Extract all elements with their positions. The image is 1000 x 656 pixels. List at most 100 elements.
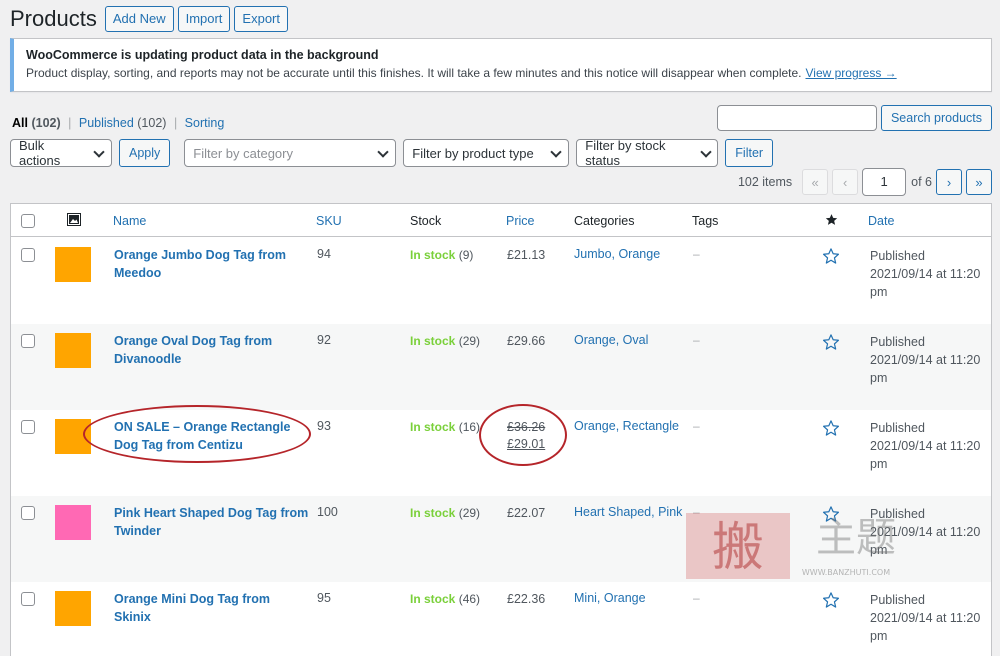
first-page-button[interactable]: « — [802, 169, 829, 195]
price-value: £29.66 — [507, 334, 546, 348]
product-tags: – — [693, 247, 700, 261]
date-status: Published — [870, 421, 925, 435]
last-page-button[interactable]: » — [966, 169, 992, 195]
stock-status: In stock — [410, 248, 456, 262]
category-filter-select[interactable]: Filter by category — [184, 139, 397, 167]
current-page-input[interactable]: 1 — [862, 168, 907, 196]
annotation-oval-name — [83, 405, 311, 463]
stock-cell: In stock (29) — [410, 506, 480, 520]
product-name-link[interactable]: Pink Heart Shaped Dog Tag from Twinder — [114, 504, 309, 540]
price-cell: £22.07 — [507, 505, 545, 522]
date-status: Published — [870, 249, 925, 263]
product-thumbnail[interactable] — [55, 591, 91, 626]
featured-star-icon[interactable] — [822, 419, 840, 437]
view-progress-link[interactable]: View progress → — [806, 66, 897, 80]
product-name-link[interactable]: Orange Oval Dog Tag from Divanoodle — [114, 332, 309, 368]
stock-count: (46) — [458, 592, 481, 606]
bulk-actions-select[interactable]: Bulk actions — [10, 138, 112, 168]
price-value: £22.36 — [507, 592, 546, 606]
bulk-actions-value: Bulk actions — [19, 138, 61, 168]
view-separator: | — [173, 116, 178, 130]
date-cell: Published 2021/09/14 at 11:20 pm — [870, 247, 980, 301]
product-name-link[interactable]: Orange Jumbo Dog Tag from Meedoo — [114, 246, 309, 282]
column-name[interactable]: Name — [113, 214, 146, 228]
chevron-down-icon — [550, 147, 562, 159]
view-all-link[interactable]: All (102) — [12, 116, 61, 130]
product-categories[interactable]: Jumbo, Orange — [574, 247, 660, 261]
featured-star-icon[interactable] — [822, 247, 840, 265]
view-published-link[interactable]: Published (102) — [79, 116, 167, 130]
price-cell: £29.66 — [507, 333, 545, 350]
featured-star-icon[interactable] — [822, 333, 840, 351]
table-header: Name SKU Stock Price Categories Tags Dat… — [11, 204, 991, 237]
row-checkbox[interactable] — [21, 334, 35, 348]
product-type-value: Filter by product type — [412, 145, 534, 161]
product-thumbnail[interactable] — [55, 333, 91, 368]
featured-star-icon[interactable] — [822, 505, 840, 523]
column-price[interactable]: Price — [506, 214, 534, 228]
page-header: Products Add New Import Export — [10, 5, 292, 33]
product-categories[interactable]: Orange, Oval — [574, 333, 648, 347]
total-pages: of 6 — [911, 175, 932, 189]
date-status: Published — [870, 507, 925, 521]
search-input[interactable] — [716, 105, 877, 131]
product-categories[interactable]: Orange, Rectangle — [574, 419, 679, 433]
row-checkbox[interactable] — [21, 592, 35, 606]
product-tags: – — [693, 419, 700, 433]
product-name-line1: Orange Oval Dog Tag from — [114, 334, 273, 348]
row-checkbox[interactable] — [21, 248, 35, 262]
search-products-button[interactable]: Search products — [880, 105, 992, 131]
view-separator: | — [68, 116, 72, 130]
stock-status: In stock — [410, 506, 456, 520]
product-type-select[interactable]: Filter by product type — [403, 139, 570, 167]
star-filled-icon[interactable] — [825, 213, 838, 229]
table-row: Orange Oval Dog Tag from Divanoodle 92 In s… — [11, 324, 991, 410]
product-thumbnail[interactable] — [55, 247, 91, 282]
product-categories[interactable]: Heart Shaped, Pink — [574, 505, 682, 519]
column-stock: Stock — [410, 214, 442, 228]
stock-status: In stock — [410, 592, 456, 606]
product-sku: 94 — [317, 247, 331, 261]
chevron-down-icon — [377, 147, 389, 159]
chevron-down-icon — [93, 147, 105, 159]
prev-page-button[interactable]: ‹ — [832, 169, 859, 195]
date-status: Published — [870, 335, 925, 349]
column-date[interactable]: Date — [868, 214, 894, 228]
product-thumbnail[interactable] — [55, 505, 91, 540]
date-value: 2021/09/14 at 11:20 — [870, 267, 981, 281]
category-filter-placeholder: Filter by category — [193, 145, 293, 161]
product-name-link[interactable]: Orange Mini Dog Tag from Skinix — [114, 590, 309, 626]
stock-status-select[interactable]: Filter by stock status — [576, 138, 719, 168]
select-all-checkbox[interactable] — [21, 214, 35, 228]
column-sku[interactable]: SKU — [316, 214, 342, 228]
filter-button[interactable]: Filter — [725, 139, 774, 167]
date-cell: Published 2021/09/14 at 11:20 pm — [870, 505, 980, 559]
stock-count: (16) — [458, 420, 481, 434]
price-value: £21.13 — [507, 248, 546, 262]
next-page-button[interactable]: › — [936, 169, 962, 195]
date-suffix: pm — [870, 629, 888, 643]
row-checkbox[interactable] — [21, 420, 35, 434]
add-new-button[interactable]: Add New — [104, 6, 174, 32]
product-name-line1: Orange Jumbo Dog Tag from — [114, 248, 286, 262]
price-cell: £21.13 — [507, 247, 545, 264]
date-suffix: pm — [870, 285, 888, 299]
chevron-down-icon — [700, 147, 711, 159]
product-categories[interactable]: Mini, Orange — [574, 591, 646, 605]
product-name-line1: Orange Mini Dog Tag from — [114, 592, 271, 606]
export-button[interactable]: Export — [234, 6, 288, 32]
date-cell: Published 2021/09/14 at 11:20 pm — [870, 333, 980, 387]
featured-star-icon[interactable] — [822, 591, 840, 609]
view-published-count: (102) — [137, 116, 167, 130]
apply-button[interactable]: Apply — [119, 139, 171, 167]
import-button[interactable]: Import — [177, 6, 231, 32]
stock-count: (29) — [458, 506, 481, 520]
row-checkbox[interactable] — [21, 506, 35, 520]
stock-cell: In stock (16) — [410, 420, 480, 434]
date-cell: Published 2021/09/14 at 11:20 pm — [870, 591, 980, 645]
table-row: Pink Heart Shaped Dog Tag from Twinder 100… — [11, 496, 991, 582]
view-sorting-link[interactable]: Sorting — [185, 116, 225, 130]
date-suffix: pm — [870, 457, 888, 471]
price-cell: £22.36 — [507, 591, 545, 608]
notice-title: WooCommerce is updating product data in … — [26, 48, 379, 62]
